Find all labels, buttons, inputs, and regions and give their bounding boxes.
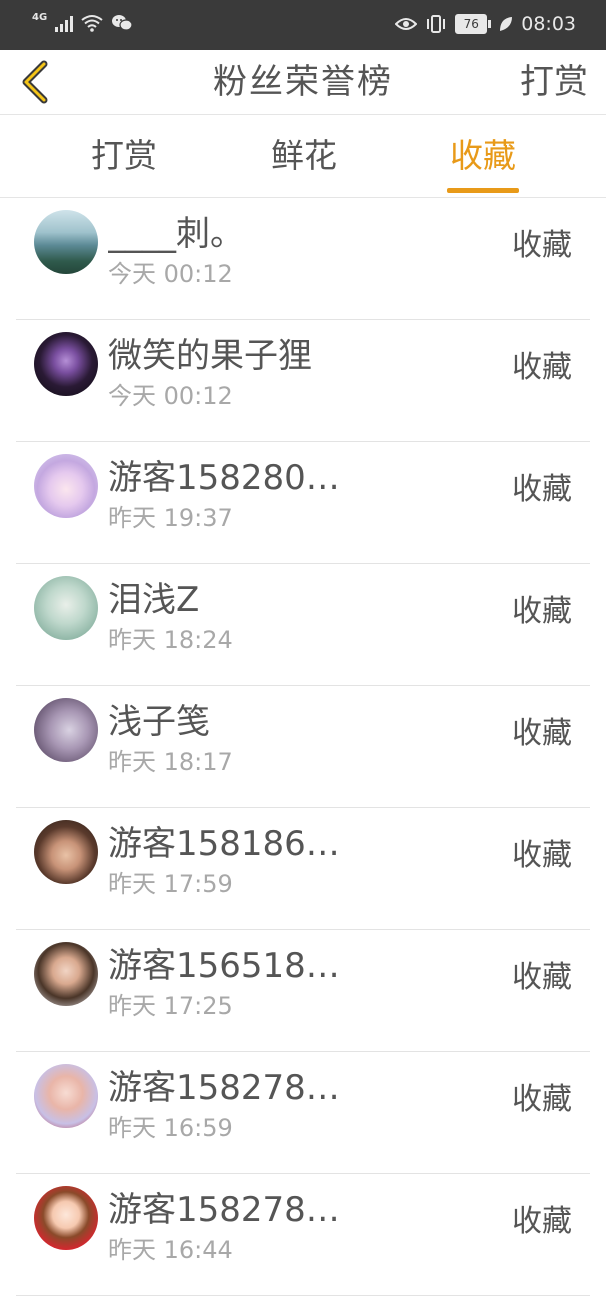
- tab-flowers[interactable]: 鲜花: [234, 115, 374, 197]
- avatar[interactable]: [34, 1064, 98, 1128]
- fan-name: 微笑的果子狸: [108, 336, 312, 376]
- fan-time: 昨天 18:17: [108, 748, 233, 776]
- fan-time: 昨天 16:59: [108, 1114, 233, 1142]
- clock: 08:03: [521, 13, 576, 35]
- fan-time: 今天 00:12: [108, 260, 233, 288]
- avatar[interactable]: [34, 576, 98, 640]
- list-item[interactable]: 游客1582800… 昨天 19:37 收藏: [16, 442, 590, 564]
- avatar[interactable]: [34, 942, 98, 1006]
- action-label: 收藏: [512, 472, 572, 507]
- fan-name: ____刺。: [108, 214, 244, 254]
- status-left: 4G: [32, 11, 133, 32]
- fan-name: 游客1581865…: [108, 824, 348, 864]
- avatar[interactable]: [34, 210, 98, 274]
- battery-level: 76: [455, 14, 488, 34]
- battery-icon: 76: [455, 14, 492, 34]
- fan-name: 游客1582787…: [108, 1190, 348, 1230]
- avatar[interactable]: [34, 698, 98, 762]
- fan-time: 昨天 19:37: [108, 504, 233, 532]
- network-type: 4G: [32, 11, 48, 23]
- action-label: 收藏: [512, 960, 572, 995]
- avatar[interactable]: [34, 820, 98, 884]
- leaf-icon: [500, 17, 513, 31]
- title-bar: 粉丝荣誉榜 打赏: [0, 50, 606, 115]
- fan-time: 昨天 17:25: [108, 992, 233, 1020]
- status-bar: 4G 76 08:03: [0, 0, 606, 50]
- fan-name: 游客1582785…: [108, 1068, 348, 1108]
- avatar[interactable]: [34, 454, 98, 518]
- list-item[interactable]: 浅子笺 昨天 18:17 收藏: [16, 686, 590, 808]
- tab-bar: 打赏 鲜花 收藏: [0, 115, 606, 198]
- fan-name: 浅子笺: [108, 702, 210, 742]
- list-item[interactable]: 游客1581865… 昨天 17:59 收藏: [16, 808, 590, 930]
- action-label: 收藏: [512, 1082, 572, 1117]
- status-right: 76 08:03: [395, 13, 576, 35]
- fan-time: 昨天 17:59: [108, 870, 233, 898]
- fan-list: ____刺。 今天 00:12 收藏 微笑的果子狸 今天 00:12 收藏 游客…: [0, 198, 606, 1296]
- wifi-icon: [81, 15, 103, 32]
- action-label: 收藏: [512, 838, 572, 873]
- list-item[interactable]: 游客1582785… 昨天 16:59 收藏: [16, 1052, 590, 1174]
- tab-favorites[interactable]: 收藏: [413, 115, 553, 197]
- tab-reward[interactable]: 打赏: [54, 115, 194, 197]
- avatar[interactable]: [34, 332, 98, 396]
- action-label: 收藏: [512, 228, 572, 263]
- page-title: 粉丝荣誉榜: [213, 62, 393, 102]
- avatar[interactable]: [34, 1186, 98, 1250]
- list-item[interactable]: 泪浅Z 昨天 18:24 收藏: [16, 564, 590, 686]
- fan-time: 昨天 16:44: [108, 1236, 233, 1264]
- fan-name: 游客1565187…: [108, 946, 348, 986]
- eye-icon: [395, 18, 418, 30]
- tab-label: 打赏: [91, 136, 157, 175]
- list-item[interactable]: 游客1565187… 昨天 17:25 收藏: [16, 930, 590, 1052]
- action-label: 收藏: [512, 716, 572, 751]
- list-item[interactable]: 微笑的果子狸 今天 00:12 收藏: [16, 320, 590, 442]
- active-tab-indicator: [447, 188, 519, 193]
- fan-name: 游客1582800…: [108, 458, 348, 498]
- wechat-icon: [112, 15, 133, 31]
- list-item[interactable]: 游客1582787… 昨天 16:44 收藏: [16, 1174, 590, 1296]
- reward-button[interactable]: 打赏: [520, 50, 588, 114]
- action-label: 收藏: [512, 1204, 572, 1239]
- fan-time: 今天 00:12: [108, 382, 233, 410]
- list-item[interactable]: ____刺。 今天 00:12 收藏: [16, 198, 590, 320]
- fan-name: 泪浅Z: [108, 580, 200, 620]
- tab-label: 鲜花: [271, 136, 337, 175]
- action-label: 收藏: [512, 594, 572, 629]
- vibrate-icon: [427, 15, 446, 33]
- signal-icon: [55, 14, 74, 32]
- tab-label: 收藏: [450, 136, 516, 175]
- fan-time: 昨天 18:24: [108, 626, 233, 654]
- action-label: 收藏: [512, 350, 572, 385]
